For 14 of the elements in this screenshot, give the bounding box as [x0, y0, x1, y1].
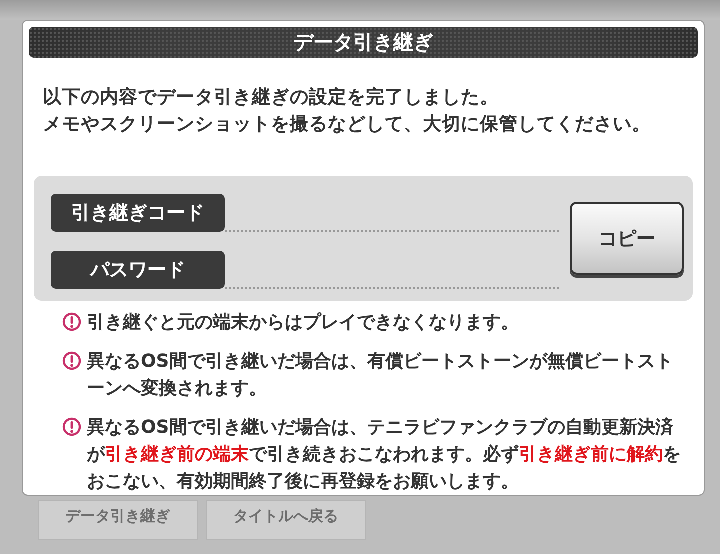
message-text: 以下の内容でデータ引き継ぎの設定を完了しました。: [43, 86, 500, 110]
note-text: 異なるOS間で引き継いだ場合は、テニラビファンクラブの自動更新決済が引き継ぎ前の端末で引き続きおこなわれます。必ず引き継ぎ前に解約をおこない、有効期間終了後に再登録をお願いします。: [87, 416, 682, 494]
copy-button[interactable]: コピー: [570, 202, 684, 276]
warning-icon: [62, 351, 82, 372]
background-tab[interactable]: データ引き継ぎ: [38, 500, 198, 540]
note-text: 引き継ぐと元の端末からはプレイできなくなります。: [87, 311, 520, 336]
note-text: 異なるOS間で引き継いだ場合は、有償ビートストーンが無償ビートストーンへ変換されます。: [87, 350, 674, 402]
dialog-title: データ引き継ぎ: [294, 29, 434, 56]
field-label: パスワード: [51, 251, 225, 290]
warning-icon: [62, 312, 82, 332]
field-label: 引き継ぎコード: [51, 194, 225, 232]
message-text: メモやスクリーンショットを撮るなどして、大切に保管してください。: [43, 113, 652, 138]
warning-icon: [62, 417, 82, 438]
background-tab[interactable]: タイトルへ戻る: [206, 500, 366, 540]
